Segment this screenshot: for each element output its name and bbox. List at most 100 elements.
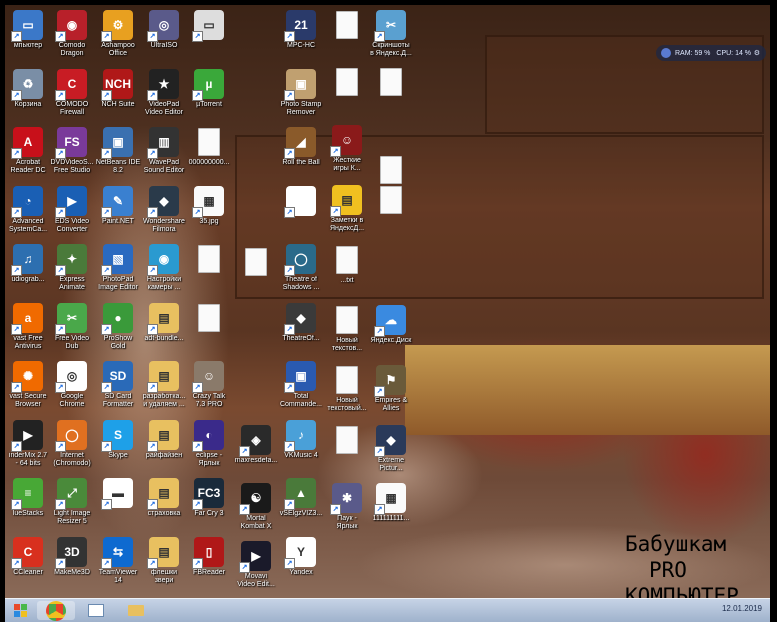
document-icon xyxy=(336,366,358,394)
taskbar-explorer[interactable] xyxy=(117,601,155,620)
windows-logo-icon xyxy=(13,604,27,617)
app-icon: S ↗ xyxy=(101,419,133,452)
desktop-wallpaper: ▭ ↗ мпьютер ♻ ↗ Корзина A ↗ Acrobat Reader DC ◔ ↗ A… xyxy=(5,5,770,598)
shortcut-arrow-icon: ↗ xyxy=(192,206,203,218)
icon-glyph: S xyxy=(113,427,122,442)
app-icon: ▦ ↗ xyxy=(192,185,224,218)
document-icon xyxy=(336,246,358,274)
icon-glyph: ◯ xyxy=(65,427,79,442)
shortcut-arrow-icon: ↗ xyxy=(284,382,295,393)
desktop-icon[interactable]: ◆ ↗ Extreme Pictur... xyxy=(362,425,420,473)
shortcut-arrow-icon: ↗ xyxy=(239,562,250,573)
app-icon: ◆ ↗ xyxy=(284,302,316,335)
shortcut-arrow-icon: ↗ xyxy=(11,499,22,510)
app-icon: ▤ ↗ xyxy=(147,361,179,393)
desktop-icon[interactable]: ⚑ ↗ Empires & Allies xyxy=(362,365,420,413)
app-icon xyxy=(376,67,406,97)
desktop-icon-label: adt-bundle... xyxy=(144,334,184,342)
app-icon: ◔ ↗ xyxy=(11,185,43,218)
shortcut-arrow-icon: ↗ xyxy=(192,440,203,452)
document-icon xyxy=(245,248,267,276)
desktop-icon[interactable]: 000000000... xyxy=(180,127,238,167)
icon-glyph: ◆ xyxy=(159,193,169,208)
ram-readout: RAM: 59 % xyxy=(675,49,711,57)
app-icon: ♪ ↗ xyxy=(284,419,316,452)
desktop-icon[interactable]: ☁ ↗ Яндекс.Диск xyxy=(362,305,420,345)
desktop-icon[interactable]: µ ↗ µTorrent xyxy=(180,68,238,109)
icon-glyph: ✂ xyxy=(66,310,78,325)
icon-glyph: ▤ xyxy=(158,486,170,500)
app-icon: ◉ ↗ xyxy=(147,244,179,276)
system-monitor-gadget[interactable]: RAM: 59 % CPU: 14 % ⚙ xyxy=(656,45,766,61)
shortcut-arrow-icon: ↗ xyxy=(192,89,203,101)
desktop-icon[interactable] xyxy=(362,185,420,217)
document-icon xyxy=(336,68,358,96)
gear-icon[interactable]: ⚙ xyxy=(754,49,760,57)
desktop-icon-label: 000000000... xyxy=(188,159,230,166)
shortcut-arrow-icon: ↗ xyxy=(192,31,203,42)
app-icon xyxy=(241,247,271,277)
shortcut-arrow-icon: ↗ xyxy=(239,446,250,457)
shortcut-arrow-icon: ↗ xyxy=(101,557,112,569)
icon-glyph: ✎ xyxy=(112,193,124,208)
icon-glyph: FC3 xyxy=(197,486,221,500)
shortcut-arrow-icon: ↗ xyxy=(284,323,295,335)
shortcut-arrow-icon: ↗ xyxy=(55,148,66,159)
icon-glyph: ◆ xyxy=(386,433,396,447)
shortcut-arrow-icon: ↗ xyxy=(101,31,112,42)
app-icon: ✦ ↗ xyxy=(55,244,87,276)
app-icon: ▣ ↗ xyxy=(284,361,316,393)
icon-glyph: 21 xyxy=(294,18,308,32)
shortcut-arrow-icon: ↗ xyxy=(55,31,66,42)
document-icon xyxy=(198,128,220,156)
icon-glyph: ▯ xyxy=(205,544,213,559)
taskbar-chrome[interactable] xyxy=(37,600,75,621)
app-icon: µ ↗ xyxy=(192,68,224,101)
icon-glyph: ▤ xyxy=(158,310,170,325)
desktop-icon-label: Yandex xyxy=(289,568,313,576)
shortcut-arrow-icon: ↗ xyxy=(11,382,22,393)
app-icon: ≡ ↗ xyxy=(11,478,43,510)
app-icon xyxy=(376,185,406,215)
shortcut-arrow-icon: ↗ xyxy=(192,557,203,569)
wallpaper-sofa xyxy=(405,345,770,435)
desktop-icon[interactable]: ▦ ↗ 111111111... xyxy=(362,483,420,523)
app-icon xyxy=(194,127,224,157)
icon-glyph: ◢ xyxy=(296,135,306,149)
icon-glyph: NCH xyxy=(105,76,131,91)
shortcut-arrow-icon: ↗ xyxy=(55,323,66,335)
icon-glyph: ☁ xyxy=(385,313,397,327)
icon-glyph: ⇆ xyxy=(112,544,124,559)
icon-glyph: ◎ xyxy=(66,369,78,383)
desktop-icon-label: µTorrent xyxy=(196,100,222,108)
app-icon: SD ↗ xyxy=(101,361,133,393)
icon-glyph: ✱ xyxy=(341,491,353,505)
desktop-icon[interactable]: ☺ ↗ Crazy Talk 7.3 PRO xyxy=(180,361,238,409)
app-icon: ▤ ↗ xyxy=(147,536,179,569)
app-icon: ▭ ↗ xyxy=(192,10,224,42)
shortcut-arrow-icon: ↗ xyxy=(284,206,295,218)
icon-glyph: ✦ xyxy=(66,252,78,266)
clock[interactable]: 12.01.2019 xyxy=(722,604,762,613)
document-icon xyxy=(198,303,220,332)
desktop-icon[interactable]: ▭ ↗ xyxy=(180,10,238,42)
desktop-icon[interactable] xyxy=(362,67,420,99)
icon-glyph: ◎ xyxy=(158,18,170,32)
document-icon xyxy=(380,68,402,96)
desktop-icon[interactable] xyxy=(180,303,238,335)
shortcut-arrow-icon: ↗ xyxy=(101,382,112,393)
app-icon: ⚙ ↗ xyxy=(101,10,133,42)
shortcut-arrow-icon: ↗ xyxy=(147,382,158,393)
taskbar-item[interactable] xyxy=(77,601,115,620)
watermark-line-1: Бабушкам xyxy=(625,532,727,556)
desktop-icon[interactable]: ✂ ↗ Скриншоты в Яндекс.Д... xyxy=(362,10,420,58)
document-icon xyxy=(336,426,358,454)
watermark: Бабушкам PRO КОМПЬЮТЕР xyxy=(625,531,770,598)
icon-glyph: ✂ xyxy=(385,18,397,32)
desktop-icon[interactable]: Y ↗ Yandex xyxy=(272,536,330,577)
desktop-icon[interactable]: ...txt xyxy=(318,245,376,285)
shortcut-arrow-icon: ↗ xyxy=(147,265,158,276)
start-button[interactable] xyxy=(5,601,35,620)
app-icon: ▧ ↗ xyxy=(101,244,133,276)
desktop-icon[interactable]: ▦ ↗ 35.jpg xyxy=(180,185,238,226)
